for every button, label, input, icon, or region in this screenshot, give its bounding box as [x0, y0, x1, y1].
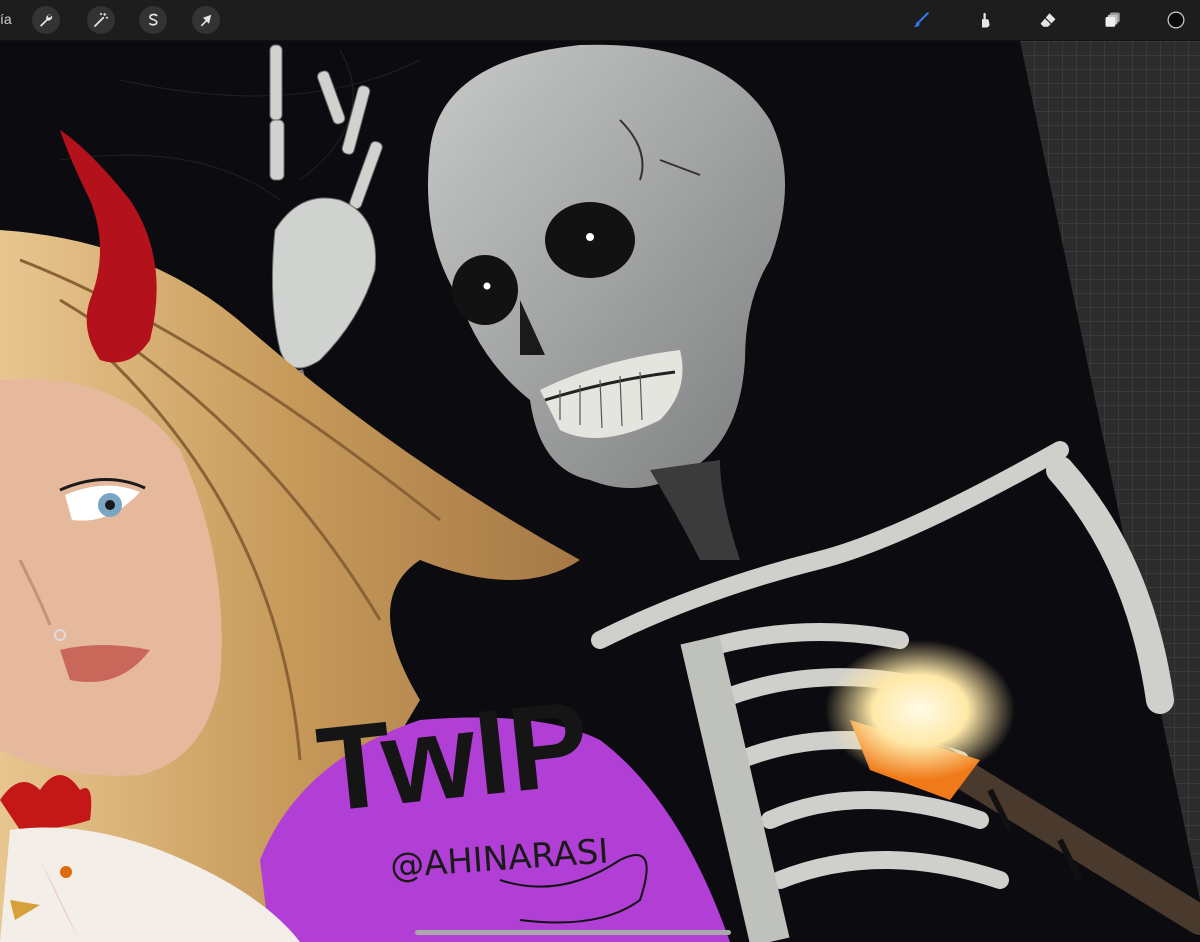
adjustments-button[interactable] — [87, 6, 115, 34]
transform-button[interactable] — [192, 6, 220, 34]
top-toolbar: ía — [0, 0, 1200, 41]
layers-button[interactable] — [1099, 6, 1127, 34]
eraser-button[interactable] — [1034, 6, 1062, 34]
drawing-canvas[interactable]: TwIP @AHINARASI — [0, 41, 1200, 942]
layers-icon — [1105, 12, 1120, 27]
wrench-icon — [40, 14, 53, 27]
actions-button[interactable] — [32, 6, 60, 34]
brush-icon — [913, 12, 929, 28]
magic-wand-icon — [94, 12, 109, 27]
brush-button[interactable] — [907, 6, 935, 34]
sketch-title: TwIP — [312, 676, 596, 838]
artwork: TwIP @AHINARASI — [0, 41, 1200, 942]
selection-s-icon — [149, 13, 158, 26]
arrow-cursor-icon — [200, 14, 212, 27]
procreate-app: ía TwIP @AHINARASI — [0, 0, 1200, 942]
color-button[interactable] — [1162, 6, 1190, 34]
selection-button[interactable] — [139, 6, 167, 34]
gallery-button[interactable]: ía — [0, 11, 12, 27]
smudge-button[interactable] — [971, 6, 999, 34]
home-indicator[interactable] — [415, 930, 731, 935]
smudge-finger-icon — [982, 12, 990, 28]
color-swatch-icon — [1167, 11, 1185, 29]
eraser-icon — [1040, 13, 1056, 27]
